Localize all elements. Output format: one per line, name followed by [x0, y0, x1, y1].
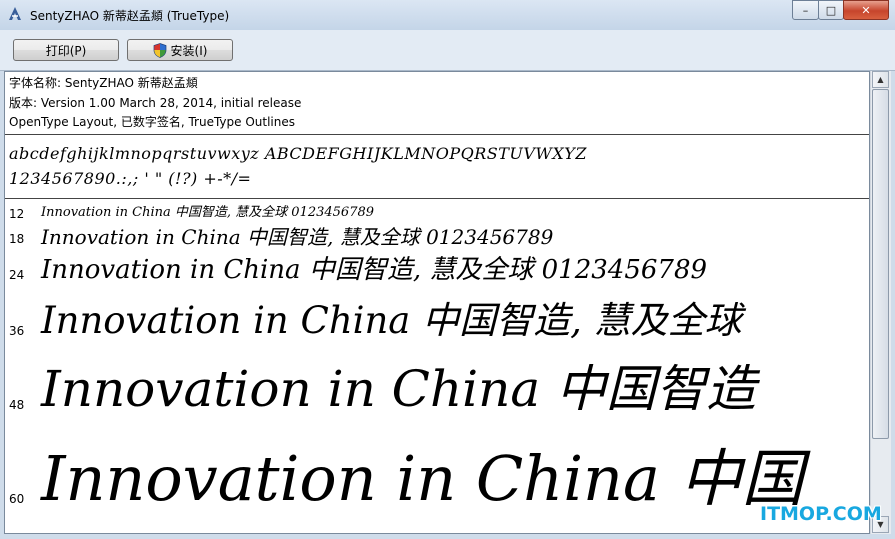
sample-row-48: 48 Innovation in China 中国智造 — [5, 362, 869, 428]
sample-row-60: 60 Innovation in China 中国 — [5, 442, 869, 530]
font-preview-area[interactable]: 字体名称: SentyZHAO 新蒂赵孟頫 版本: Version 1.00 M… — [4, 71, 870, 534]
sample-text: Innovation in China 中国智造 — [41, 360, 757, 418]
charset-digits: 1234567890.:,; ' " (!?) +-*/= — [9, 169, 252, 188]
maximize-button[interactable]: □ — [818, 0, 844, 20]
size-label: 36 — [9, 324, 25, 338]
scroll-up-arrow-icon[interactable]: ▲ — [872, 71, 889, 88]
scrollbar-thumb[interactable] — [872, 89, 889, 439]
size-label: 24 — [9, 268, 25, 282]
window-title: SentyZHAO 新蒂赵孟頫 (TrueType) — [30, 9, 230, 23]
sample-text: Innovation in China 中国智造, 慧及全球 012345678… — [41, 205, 375, 220]
install-button[interactable]: 安装(I) — [127, 39, 233, 61]
sample-text: Innovation in China 中国智造, 慧及全球 012345678… — [41, 255, 708, 285]
font-outline-text: OpenType Layout, 已数字签名, TrueType Outline… — [9, 115, 296, 129]
title-bar[interactable]: SentyZHAO 新蒂赵孟頫 (TrueType) – □ ✕ — [0, 0, 895, 30]
minimize-button[interactable]: – — [792, 0, 819, 20]
size-label: 48 — [9, 398, 25, 412]
app-font-icon — [9, 7, 21, 20]
install-button-label: 安装(I) — [170, 43, 208, 58]
sample-row-18: 18 Innovation in China 中国智造, 慧及全球 012345… — [5, 226, 869, 252]
window-controls: – □ ✕ — [792, 0, 889, 20]
font-version-text: 版本: Version 1.00 March 28, 2014, initial… — [9, 95, 302, 110]
watermark-logo: ITMOP.COM — [760, 503, 882, 525]
sample-text: Innovation in China 中国智造, 慧及全球 012345678… — [41, 225, 554, 249]
charset-letters: abcdefghijklmnopqrstuvwxyz ABCDEFGHIJKLM… — [9, 144, 587, 163]
sample-row-36: 36 Innovation in China 中国智造, 慧及全球 — [5, 298, 869, 348]
print-button-label: 打印(P) — [45, 43, 87, 58]
sample-text: Innovation in China 中国 — [41, 442, 804, 515]
divider — [5, 134, 869, 135]
font-info: 字体名称: SentyZHAO 新蒂赵孟頫 版本: Version 1.00 M… — [9, 74, 301, 133]
print-button[interactable]: 打印(P) — [13, 39, 119, 61]
sample-row-24: 24 Innovation in China 中国智造, 慧及全球 012345… — [5, 256, 869, 290]
size-label: 60 — [9, 492, 25, 506]
uac-shield-icon — [153, 42, 166, 58]
sample-text: Innovation in China 中国智造, 慧及全球 — [41, 299, 742, 342]
sample-row-12: 12 Innovation in China 中国智造, 慧及全球 012345… — [5, 205, 869, 223]
toolbar: 打印(P) 安装(I) — [0, 30, 895, 71]
size-label: 12 — [9, 207, 25, 221]
close-button[interactable]: ✕ — [843, 0, 889, 20]
divider — [5, 198, 869, 199]
size-label: 18 — [9, 232, 25, 246]
font-name-text: 字体名称: SentyZHAO 新蒂赵孟頫 — [9, 76, 198, 90]
vertical-scrollbar[interactable]: ▲ ▼ — [870, 71, 891, 534]
